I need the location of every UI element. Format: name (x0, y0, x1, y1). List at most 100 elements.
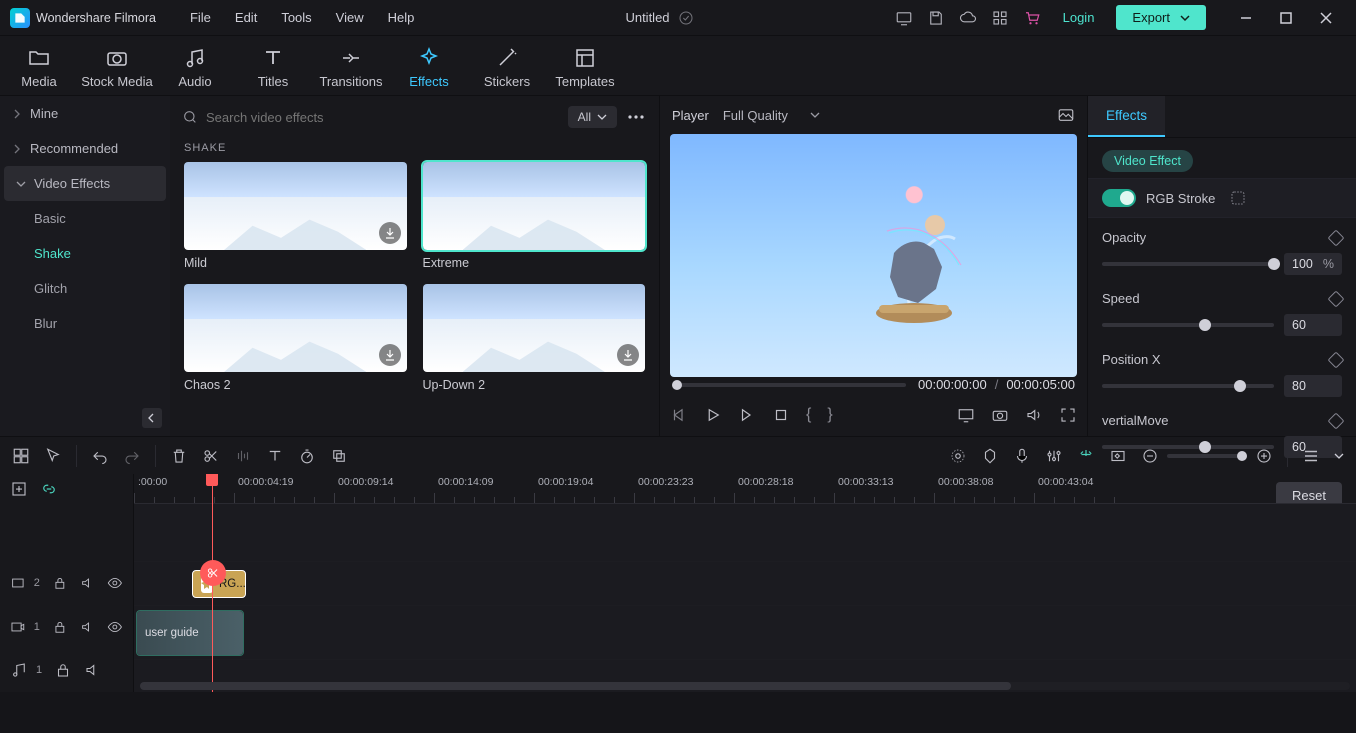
sidebar-video-effects[interactable]: Video Effects (4, 166, 166, 201)
stop-button[interactable] (772, 406, 790, 424)
prev-frame-button[interactable] (670, 406, 688, 424)
nav-templates[interactable]: Templates (546, 40, 624, 95)
snapshot-button[interactable] (991, 406, 1009, 424)
sidebar-sub-basic[interactable]: Basic (28, 201, 170, 236)
undo-button[interactable] (91, 447, 109, 465)
effect-card-updown-2[interactable]: Up-Down 2 (423, 284, 646, 392)
mute-icon[interactable] (84, 661, 102, 679)
zoom-out-button[interactable] (1141, 447, 1159, 465)
cloud-sync-icon[interactable] (678, 10, 694, 26)
param-slider[interactable] (1102, 384, 1274, 388)
mute-icon[interactable] (80, 574, 96, 592)
playhead-scissors-icon[interactable] (200, 560, 226, 586)
menu-tools[interactable]: Tools (271, 6, 321, 29)
search-input[interactable] (206, 110, 560, 125)
keyframe-button[interactable] (1328, 229, 1345, 246)
sidebar-sub-shake[interactable]: Shake (28, 236, 170, 271)
search-field[interactable] (182, 109, 560, 125)
player-scrubber[interactable] (672, 383, 906, 387)
collapse-sidebar-button[interactable] (142, 408, 162, 428)
param-slider[interactable] (1102, 262, 1274, 266)
track-fx-2[interactable]: RG... (134, 562, 1356, 606)
split-button[interactable] (202, 447, 220, 465)
cursor-icon[interactable] (44, 447, 62, 465)
preview-viewport[interactable] (670, 134, 1077, 377)
zoom-slider[interactable] (1167, 454, 1247, 458)
render-icon[interactable] (949, 447, 967, 465)
download-icon[interactable] (379, 222, 401, 244)
play-button[interactable] (704, 406, 722, 424)
mark-in-button[interactable]: { (806, 406, 811, 424)
sidebar-recommended[interactable]: Recommended (0, 131, 170, 166)
effect-settings-icon[interactable] (1229, 189, 1247, 207)
export-button[interactable]: Export (1116, 5, 1206, 30)
menu-view[interactable]: View (326, 6, 374, 29)
quality-select[interactable]: Full Quality (723, 108, 820, 123)
sidebar-mine[interactable]: Mine (0, 96, 170, 131)
layout-icon[interactable] (12, 447, 30, 465)
save-icon[interactable] (927, 9, 945, 27)
fullscreen-button[interactable] (1059, 406, 1077, 424)
effect-card-chaos-2[interactable]: Chaos 2 (184, 284, 407, 392)
track-view-icon[interactable] (1302, 447, 1320, 465)
nav-effects[interactable]: Effects (390, 40, 468, 95)
redo-button[interactable] (123, 447, 141, 465)
keyframe-panel-icon[interactable] (1109, 447, 1127, 465)
speed-icon[interactable] (298, 447, 316, 465)
crop-icon[interactable] (330, 447, 348, 465)
lock-icon[interactable] (54, 661, 72, 679)
timeline-add-track-icon[interactable] (10, 480, 28, 498)
eye-icon[interactable] (107, 618, 123, 636)
screen-preview-icon[interactable] (957, 406, 975, 424)
track-vid-1[interactable]: user guide (134, 606, 1356, 660)
keyframe-button[interactable] (1328, 412, 1345, 429)
nav-titles[interactable]: Titles (234, 40, 312, 95)
param-slider[interactable] (1102, 323, 1274, 327)
nav-media[interactable]: Media (0, 40, 78, 95)
sidebar-sub-blur[interactable]: Blur (28, 306, 170, 341)
param-value[interactable]: 80 (1284, 375, 1342, 397)
delete-button[interactable] (170, 447, 188, 465)
sidebar-sub-glitch[interactable]: Glitch (28, 271, 170, 306)
lock-icon[interactable] (52, 618, 68, 636)
param-value[interactable]: 60 (1284, 314, 1342, 336)
download-icon[interactable] (617, 344, 639, 366)
cloud-upload-icon[interactable] (959, 9, 977, 27)
snapshot-mode-icon[interactable] (1057, 106, 1075, 124)
window-close[interactable] (1306, 0, 1346, 36)
subtab-video-effect[interactable]: Video Effect (1102, 150, 1193, 172)
marker-icon[interactable] (981, 447, 999, 465)
audio-adjust-icon[interactable] (234, 447, 252, 465)
apps-icon[interactable] (991, 9, 1009, 27)
playhead[interactable] (212, 474, 213, 692)
login-button[interactable]: Login (1055, 6, 1103, 29)
param-slider[interactable] (1102, 445, 1274, 449)
eye-icon[interactable] (107, 574, 123, 592)
mark-out-button[interactable]: } (827, 406, 832, 424)
filter-all-dropdown[interactable]: All (568, 106, 617, 128)
keyframe-button[interactable] (1328, 351, 1345, 368)
magnet-snap-icon[interactable] (1077, 447, 1095, 465)
play-forward-button[interactable] (738, 406, 756, 424)
nav-transitions[interactable]: Transitions (312, 40, 390, 95)
effect-card-extreme[interactable]: Extreme (423, 162, 646, 270)
download-icon[interactable] (379, 344, 401, 366)
timeline-scrollbar[interactable] (140, 682, 1350, 690)
record-voice-icon[interactable] (1013, 447, 1031, 465)
text-add-icon[interactable] (266, 447, 284, 465)
window-minimize[interactable] (1226, 0, 1266, 36)
cart-icon[interactable] (1023, 9, 1041, 27)
tab-effects[interactable]: Effects (1088, 96, 1165, 137)
device-icon[interactable] (895, 9, 913, 27)
keyframe-button[interactable] (1328, 290, 1345, 307)
timeline-body[interactable]: :00:0000:00:04:1900:00:09:1400:00:14:090… (134, 474, 1356, 692)
timeline-ruler[interactable]: :00:0000:00:04:1900:00:09:1400:00:14:090… (134, 474, 1356, 504)
more-menu-button[interactable] (625, 106, 647, 128)
param-value[interactable]: 100% (1284, 253, 1342, 275)
mute-icon[interactable] (80, 618, 96, 636)
effect-card-mild[interactable]: Mild (184, 162, 407, 270)
menu-file[interactable]: File (180, 6, 221, 29)
window-maximize[interactable] (1266, 0, 1306, 36)
clip-user-guide[interactable]: user guide (136, 610, 244, 656)
menu-edit[interactable]: Edit (225, 6, 267, 29)
